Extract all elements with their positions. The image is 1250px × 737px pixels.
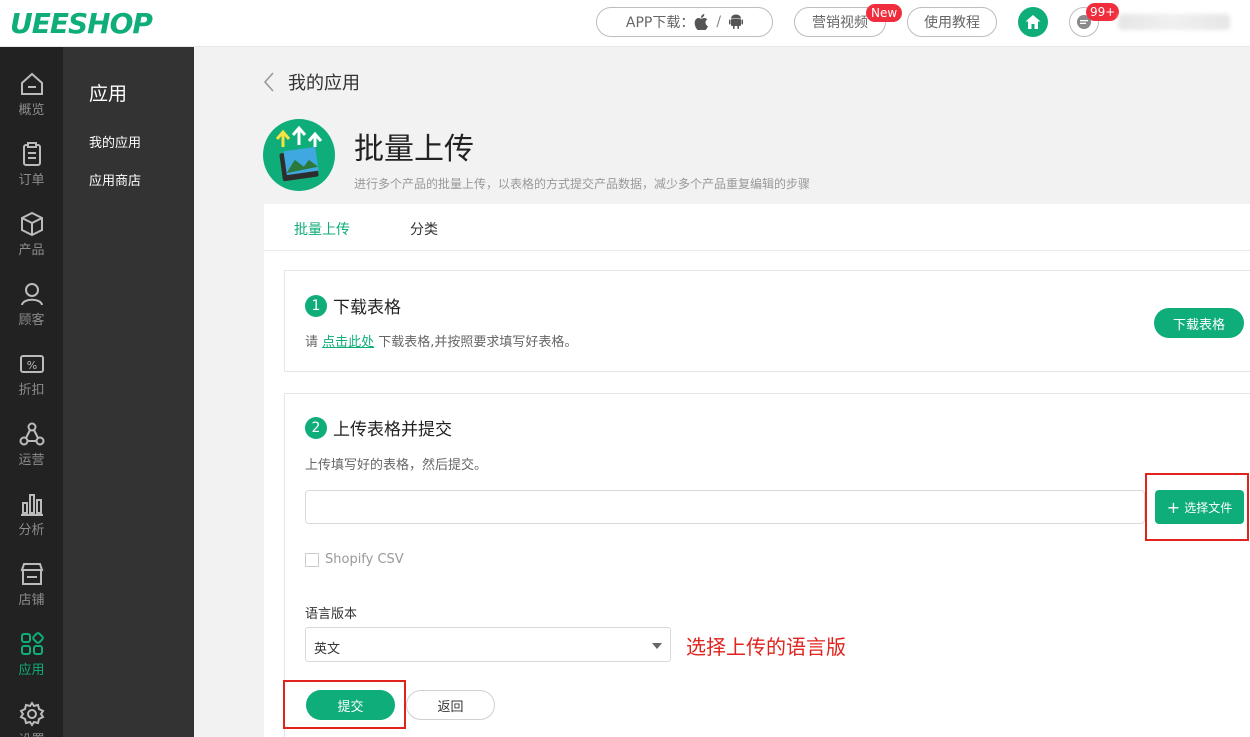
step1-number: 1 xyxy=(305,294,327,317)
highlight-box-choose-file xyxy=(1145,473,1249,541)
tab-bar: 批量上传 分类 xyxy=(264,204,1250,251)
file-path-input[interactable] xyxy=(305,490,1145,524)
step1-description: 请 点击此处 下载表格,并按照要求填写好表格。 xyxy=(305,331,577,350)
operation-icon xyxy=(19,422,44,446)
rail-item-operations[interactable]: 运营 xyxy=(0,411,63,481)
rail-label: 概览 xyxy=(18,103,45,118)
rail-label: 设置 xyxy=(18,729,44,737)
download-template-button[interactable]: 下载表格 xyxy=(1154,308,1244,338)
chevron-left-icon[interactable] xyxy=(262,71,276,93)
app-download-pill[interactable]: APP下载： / xyxy=(596,7,773,37)
subnav-title: 应用 xyxy=(89,83,128,105)
subnav-item-app-store[interactable]: 应用商店 xyxy=(89,170,141,189)
annotation-select-language: 选择上传的语言版 xyxy=(686,635,846,659)
rail-label: 折扣 xyxy=(18,383,45,398)
tab-bulk-upload[interactable]: 批量上传 xyxy=(294,219,350,239)
app-download-label: APP下载： xyxy=(625,15,695,31)
rail-label: 顾客 xyxy=(18,313,45,328)
shopify-csv-checkbox[interactable] xyxy=(305,552,319,567)
message-count-badge: 99+ xyxy=(1086,3,1120,21)
tab-category[interactable]: 分类 xyxy=(410,219,438,239)
subnav-item-my-apps[interactable]: 我的应用 xyxy=(89,132,141,151)
icon-rail: 概览 订单 产品 顾客 % 折扣 运营 分析 店铺 应用 设置 xyxy=(0,47,63,737)
rail-label: 产品 xyxy=(18,243,45,258)
caret-down-icon xyxy=(652,643,662,649)
rail-label: 应用 xyxy=(18,663,45,678)
overview-icon xyxy=(20,72,43,95)
android-icon[interactable] xyxy=(729,14,744,30)
logo[interactable]: UEESHOP xyxy=(10,7,153,40)
breadcrumb: 我的应用 xyxy=(262,68,360,96)
svg-text:%: % xyxy=(26,359,36,372)
settings-icon xyxy=(19,701,44,727)
step1-desc-prefix: 请 xyxy=(305,335,323,350)
page-description: 进行多个产品的批量上传，以表格的方式提交产品数据，减少多个产品重复编辑的步骤 xyxy=(354,177,811,191)
step1-title: 下载表格 xyxy=(333,298,401,318)
rail-item-orders[interactable]: 订单 xyxy=(0,131,63,201)
rail-label: 运营 xyxy=(18,453,45,468)
step-download-card: 1 下载表格 请 点击此处 下载表格,并按照要求填写好表格。 xyxy=(284,270,1250,372)
rail-item-customers[interactable]: 顾客 xyxy=(0,271,63,341)
back-button[interactable]: 返回 xyxy=(406,690,495,720)
home-icon xyxy=(1025,15,1041,29)
rail-label: 店铺 xyxy=(18,593,45,608)
customer-icon xyxy=(20,283,43,306)
shopify-csv-option[interactable]: Shopify CSV xyxy=(305,552,404,567)
shopify-csv-label: Shopify CSV xyxy=(325,552,404,567)
page-title: 批量上传 xyxy=(354,132,474,167)
app-separator: / xyxy=(716,14,722,30)
discount-icon: % xyxy=(19,355,44,373)
step-upload-card: 2 上传表格并提交 上传填写好的表格，然后提交。 xyxy=(284,393,1250,737)
home-button[interactable] xyxy=(1018,7,1048,37)
apple-icon[interactable] xyxy=(694,14,709,30)
rail-item-analytics[interactable]: 分析 xyxy=(0,481,63,551)
step1-desc-suffix: 下载表格,并按照要求填写好表格。 xyxy=(374,335,578,350)
step2-title: 上传表格并提交 xyxy=(333,420,452,440)
language-select-value: 英文 xyxy=(314,642,341,657)
rail-item-discounts[interactable]: % 折扣 xyxy=(0,341,63,411)
rail-item-apps[interactable]: 应用 xyxy=(0,621,63,691)
step1-header: 1 下载表格 xyxy=(305,293,401,318)
rail-item-store[interactable]: 店铺 xyxy=(0,551,63,621)
rail-label: 分析 xyxy=(18,523,45,538)
top-bar: UEESHOP APP下载： / 营销视频 New 使用教程 99+ xyxy=(0,0,1250,47)
rail-item-settings[interactable]: 设置 xyxy=(0,691,63,737)
step2-description: 上传填写好的表格，然后提交。 xyxy=(305,458,488,473)
upload-images-icon xyxy=(275,125,323,182)
language-select[interactable]: 英文 xyxy=(305,627,671,662)
order-icon xyxy=(22,142,41,166)
rail-item-overview[interactable]: 概览 xyxy=(0,61,63,131)
new-badge: New xyxy=(866,4,903,22)
sub-sidebar: 应用 我的应用 应用商店 xyxy=(63,47,194,737)
tutorial-button[interactable]: 使用教程 xyxy=(907,7,997,37)
language-version-label: 语言版本 xyxy=(305,607,358,622)
click-here-link[interactable]: 点击此处 xyxy=(322,335,374,350)
store-icon xyxy=(20,563,43,585)
bulk-upload-app-icon xyxy=(263,119,335,191)
analytics-icon xyxy=(20,494,43,516)
apps-icon xyxy=(20,632,44,655)
step2-header: 2 上传表格并提交 xyxy=(305,415,452,440)
highlight-box-submit xyxy=(283,680,406,729)
rail-item-products[interactable]: 产品 xyxy=(0,201,63,271)
user-account[interactable] xyxy=(1118,14,1230,30)
product-icon xyxy=(20,211,43,237)
back-title[interactable]: 我的应用 xyxy=(288,69,360,95)
step2-number: 2 xyxy=(305,416,327,439)
rail-label: 订单 xyxy=(18,173,45,188)
